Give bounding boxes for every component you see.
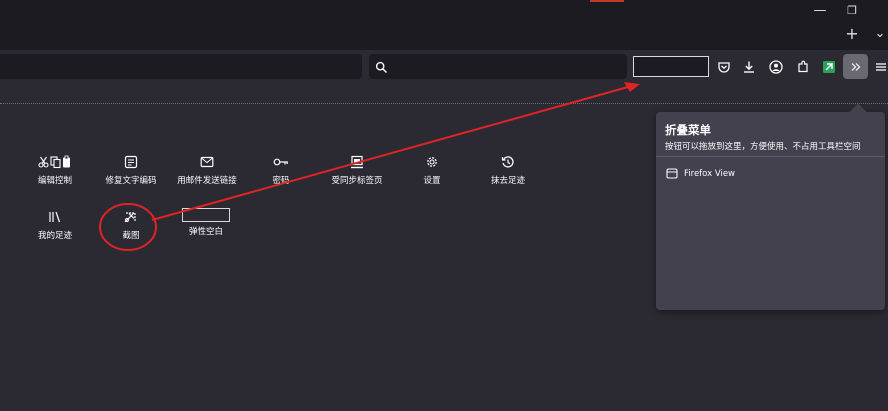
downloads-icon[interactable] (738, 56, 760, 78)
history-clear-icon (468, 154, 548, 170)
overflow-panel-description: 按钮可以拖放到这里，方便使用、不占用工具栏空间 (665, 142, 861, 152)
palette-item-email-link[interactable]: 用邮件发送链接 (167, 154, 247, 186)
toolbar-drop-zone-border (0, 103, 888, 104)
flexible-space-box (182, 208, 230, 222)
green-extension-icon[interactable] (818, 56, 840, 78)
panel-separator (656, 156, 885, 157)
palette-item-forget-history[interactable]: 抹去足迹 (468, 154, 548, 186)
pocket-icon[interactable] (713, 56, 735, 78)
gear-icon (392, 154, 472, 170)
text-encoding-icon (91, 154, 171, 170)
active-tab-indicator (590, 0, 624, 2)
overflow-chevron-icon[interactable] (843, 54, 868, 79)
palette-item-synced-tabs[interactable]: 受同步标签页 (317, 154, 397, 186)
menu-icon[interactable] (873, 56, 888, 78)
minimize-button[interactable]: — (806, 0, 834, 22)
overflow-panel: 折叠菜单 按钮可以拖放到这里，方便使用、不占用工具栏空间 Firefox Vie… (656, 112, 885, 310)
overflow-item-label: Firefox View (684, 168, 736, 179)
title-bar: — ❐ + ⌄ (0, 0, 888, 50)
new-tab-button[interactable]: + (838, 23, 866, 45)
search-bar[interactable] (369, 54, 627, 79)
overflow-item-firefox-view[interactable]: Firefox View (666, 168, 735, 179)
palette-item-edit-controls[interactable]: 编辑控制 (15, 154, 95, 186)
search-icon (375, 59, 388, 78)
extensions-icon[interactable] (792, 56, 814, 78)
palette-item-label: 修复文字编码 (105, 176, 157, 186)
palette-item-text-encoding[interactable]: 修复文字编码 (91, 154, 171, 186)
email-icon (167, 154, 247, 170)
palette-item-label: 用邮件发送链接 (177, 176, 237, 186)
url-bar[interactable] (0, 54, 362, 79)
account-icon[interactable] (765, 56, 787, 78)
screenshot-icon (91, 209, 171, 225)
firefox-view-icon (666, 168, 678, 179)
toolbar-flexible-space-placeholder (633, 56, 709, 77)
palette-item-flexible-space[interactable]: 弹性空白 (166, 208, 246, 237)
palette-item-label: 密码 (272, 176, 290, 186)
palette-item-label: 抹去足迹 (490, 176, 525, 186)
palette-item-settings[interactable]: 设置 (392, 154, 472, 186)
key-icon (241, 154, 321, 170)
palette-item-label: 我的足迹 (37, 231, 72, 241)
list-all-tabs-button[interactable]: ⌄ (866, 23, 888, 45)
palette-item-screenshot[interactable]: 截图 (91, 209, 171, 241)
palette-item-passwords[interactable]: 密码 (241, 154, 321, 186)
palette-item-library[interactable]: 我的足迹 (15, 209, 95, 241)
restore-button[interactable]: ❐ (838, 0, 866, 22)
palette-item-label: 设置 (423, 176, 441, 186)
library-icon (15, 209, 95, 225)
synced-tabs-icon (317, 154, 397, 170)
palette-item-label: 截图 (122, 231, 140, 241)
palette-item-label: 弹性空白 (188, 227, 223, 237)
cut-copy-paste-icon (15, 154, 95, 170)
palette-item-label: 受同步标签页 (331, 176, 383, 186)
palette-item-label: 编辑控制 (37, 176, 72, 186)
overflow-panel-title: 折叠菜单 (665, 123, 711, 137)
